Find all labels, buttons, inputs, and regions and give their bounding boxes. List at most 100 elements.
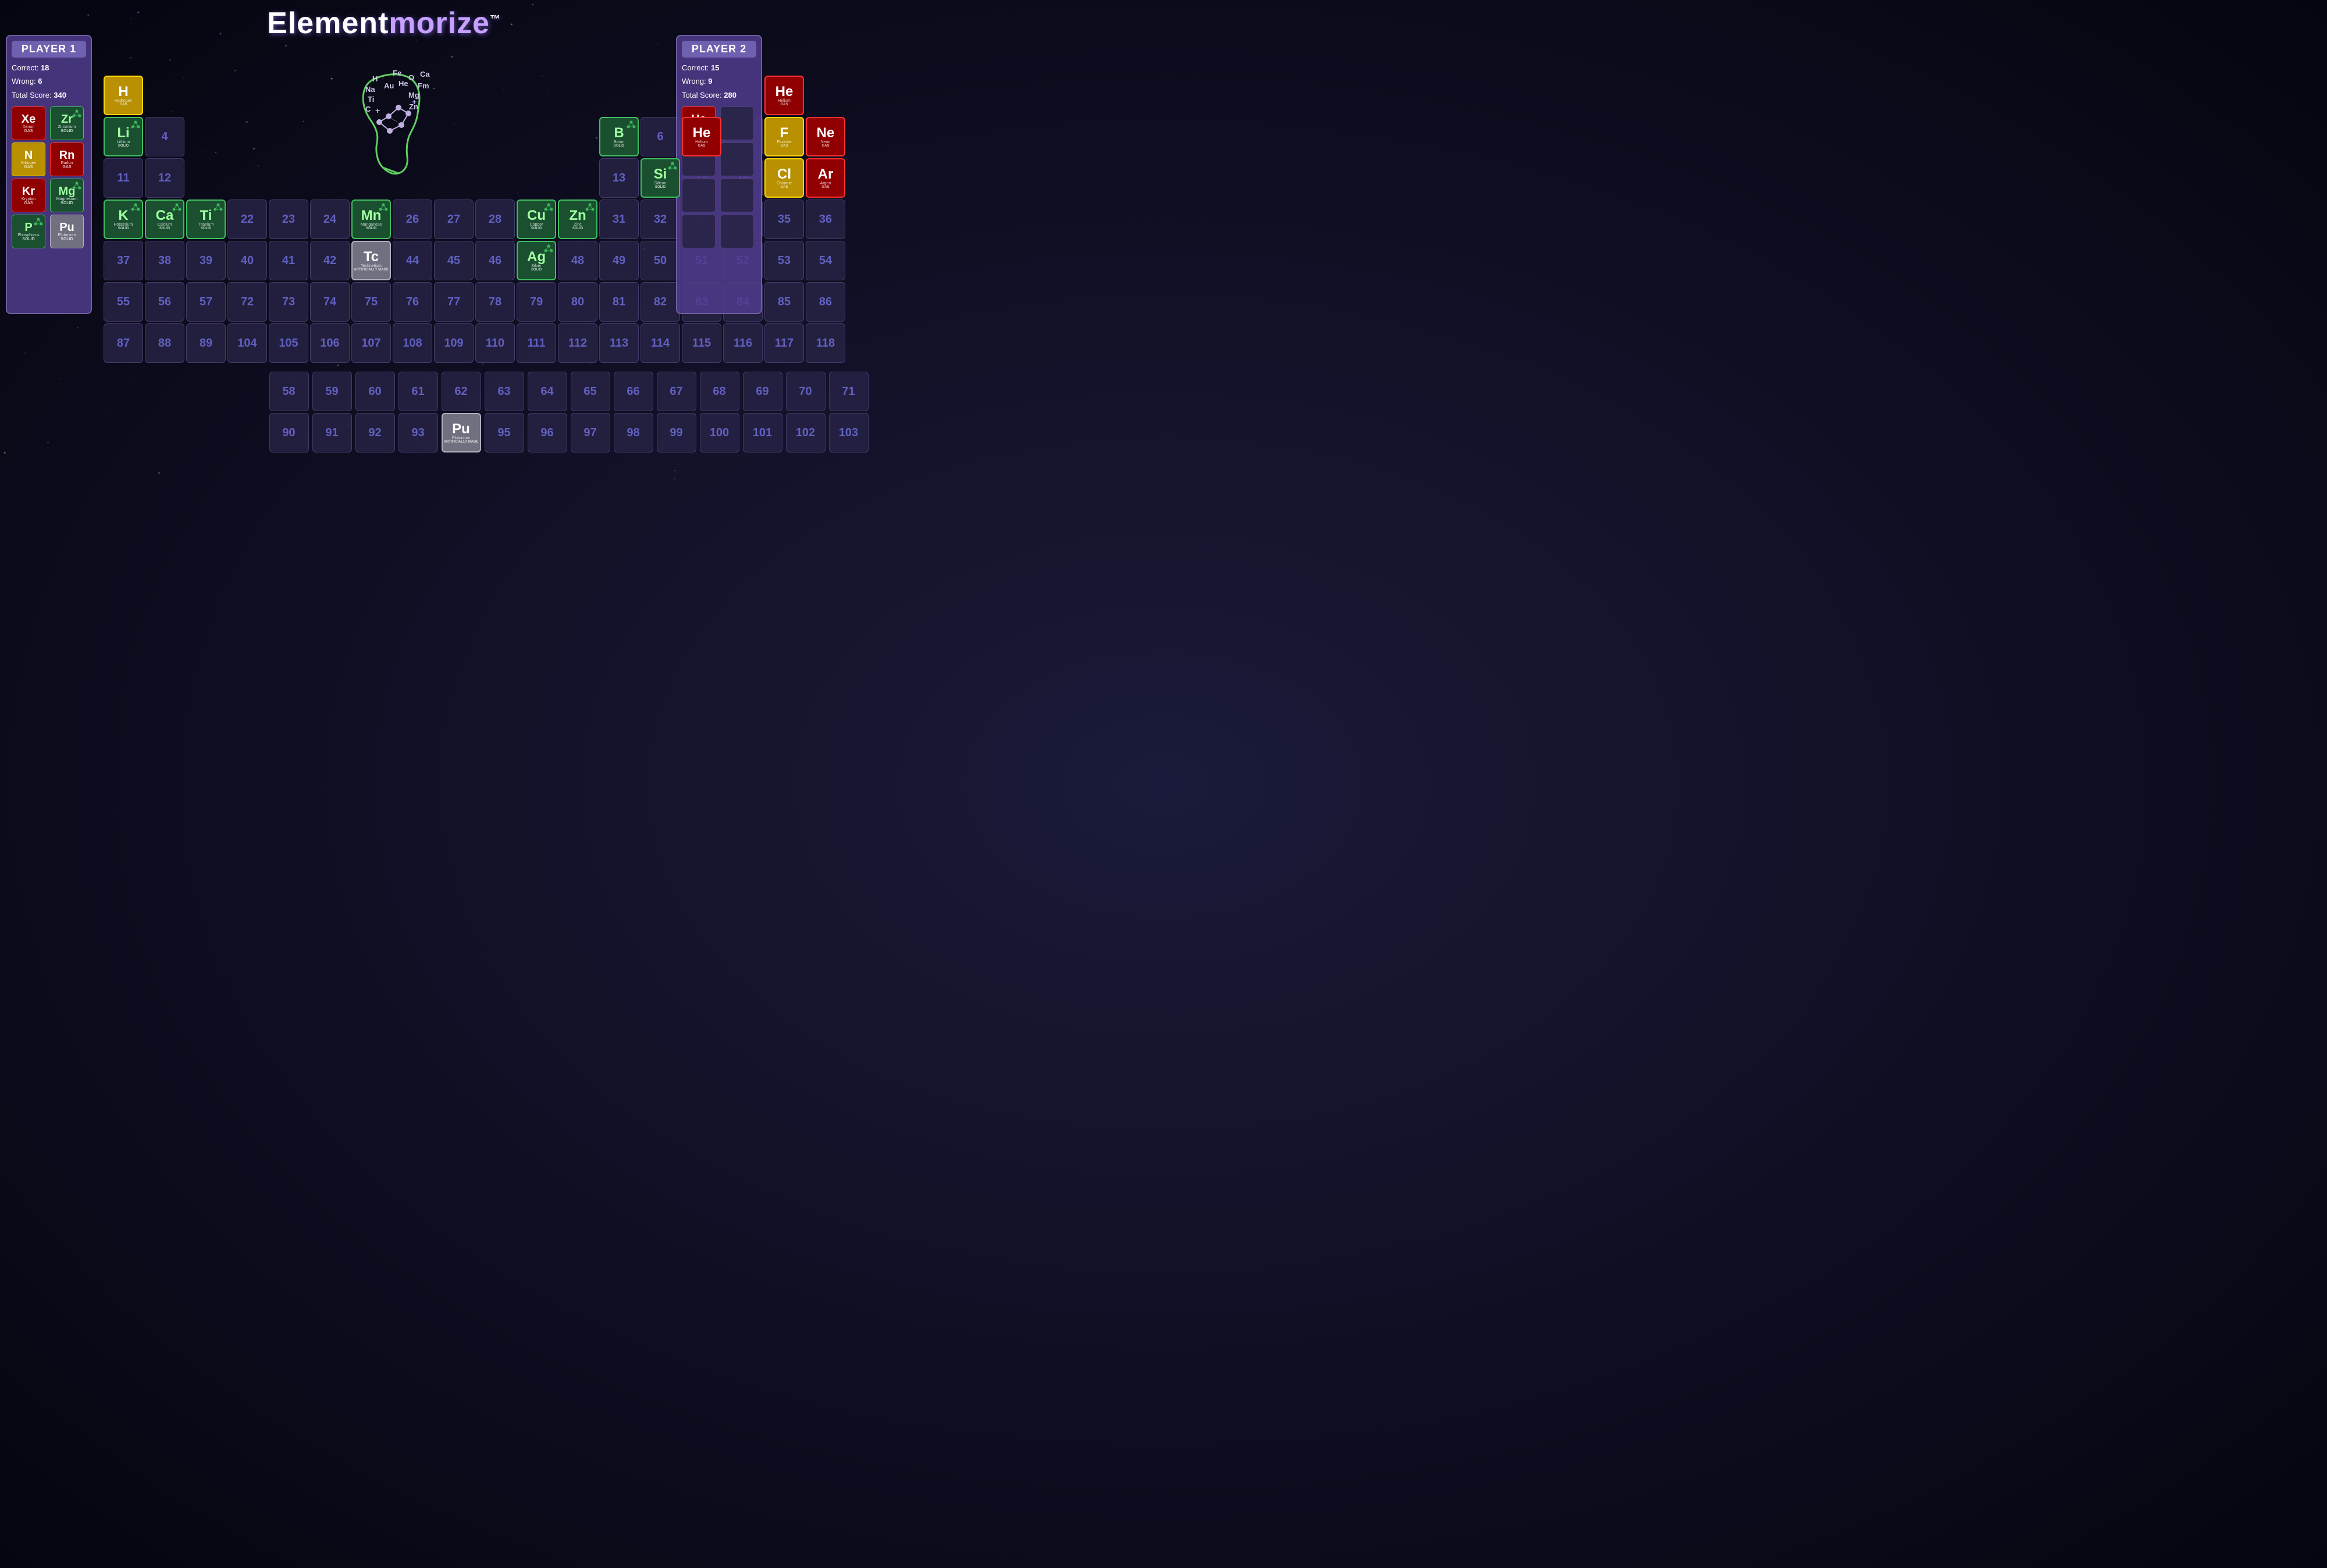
pt-cell[interactable]: 35 [764, 199, 804, 239]
player2-card[interactable] [682, 179, 716, 212]
pt-cell[interactable]: 75 [351, 282, 391, 322]
pt-cell[interactable]: 23 [269, 199, 308, 239]
pt-cell[interactable]: 87 [104, 323, 143, 363]
pt-cell[interactable]: 105 [269, 323, 308, 363]
pt-cell[interactable]: CaCalciumSOLID [145, 199, 184, 239]
pu-cell[interactable]: PuPlutoniumARTIFICIALLY MADE [442, 413, 481, 452]
pt-cell[interactable]: NeNeonGAS [806, 117, 845, 156]
pt-cell[interactable]: 109 [434, 323, 474, 363]
player1-card[interactable]: KrKryptonGAS [12, 179, 45, 212]
pt-cell[interactable]: 82 [641, 282, 680, 322]
pt-cell[interactable]: TiTitaniumSOLID [186, 199, 226, 239]
pt-cell[interactable]: BBoronSOLID [599, 117, 639, 156]
actinide-cell[interactable]: 90 [269, 413, 309, 452]
pt-cell[interactable]: 77 [434, 282, 474, 322]
pt-cell[interactable]: 50 [641, 241, 680, 280]
player1-card[interactable]: MgMagnesiumSOLID [50, 179, 84, 212]
lanthanide-cell[interactable]: 69 [743, 372, 782, 411]
pt-cell[interactable]: 54 [806, 241, 845, 280]
pt-cell[interactable]: 73 [269, 282, 308, 322]
pt-cell[interactable]: 113 [599, 323, 639, 363]
pt-cell[interactable]: 44 [393, 241, 432, 280]
pt-cell[interactable]: 74 [310, 282, 350, 322]
pt-cell[interactable]: 57 [186, 282, 226, 322]
pt-cell[interactable]: 112 [558, 323, 597, 363]
actinide-cell[interactable]: 100 [700, 413, 739, 452]
pt-cell[interactable]: 80 [558, 282, 597, 322]
pt-cell[interactable]: 104 [227, 323, 267, 363]
pt-cell[interactable]: 48 [558, 241, 597, 280]
lanthanide-cell[interactable]: 62 [442, 372, 481, 411]
pt-cell[interactable]: 118 [806, 323, 845, 363]
pt-cell[interactable]: HHydrogenGAS [104, 76, 143, 115]
pt-cell[interactable]: 40 [227, 241, 267, 280]
pt-cell[interactable]: 114 [641, 323, 680, 363]
pt-cell[interactable]: 72 [227, 282, 267, 322]
pt-cell[interactable]: 37 [104, 241, 143, 280]
pt-cell[interactable]: FFluorineGAS [764, 117, 804, 156]
pt-cell[interactable]: 106 [310, 323, 350, 363]
pt-cell[interactable]: 108 [393, 323, 432, 363]
pt-cell[interactable]: 4 [145, 117, 184, 156]
pt-cell[interactable]: 107 [351, 323, 391, 363]
actinide-cell[interactable]: 102 [786, 413, 826, 452]
pt-cell[interactable]: ClChlorineGAS [764, 158, 804, 198]
pt-cell[interactable]: 76 [393, 282, 432, 322]
actinide-cell[interactable]: 91 [312, 413, 352, 452]
player1-card[interactable]: XeXenonGAS [12, 106, 45, 140]
pt-cell[interactable]: 41 [269, 241, 308, 280]
pt-cell[interactable]: 88 [145, 323, 184, 363]
pt-cell[interactable]: 115 [682, 323, 721, 363]
lanthanide-cell[interactable]: 59 [312, 372, 352, 411]
actinide-cell[interactable]: 93 [398, 413, 438, 452]
lanthanide-cell[interactable]: 67 [657, 372, 696, 411]
pt-cell[interactable]: HeHeliumGAS [764, 76, 804, 115]
actinide-cell[interactable]: 96 [528, 413, 567, 452]
pt-cell[interactable]: 111 [517, 323, 556, 363]
pt-cell[interactable]: 79 [517, 282, 556, 322]
lanthanide-cell[interactable]: 71 [829, 372, 869, 411]
pt-cell[interactable]: 27 [434, 199, 474, 239]
pt-cell[interactable]: 55 [104, 282, 143, 322]
pt-cell[interactable]: SiSiliconSOLID [641, 158, 680, 198]
actinide-cell[interactable]: 99 [657, 413, 696, 452]
pt-cell[interactable]: TcTechnetiumARTIFICIALLY MADE [351, 241, 391, 280]
lanthanide-cell[interactable]: 66 [614, 372, 653, 411]
player1-card[interactable]: RnRadonGAS [50, 142, 84, 176]
lanthanide-cell[interactable]: 61 [398, 372, 438, 411]
pt-cell[interactable]: 11 [104, 158, 143, 198]
pt-cell[interactable]: 117 [764, 323, 804, 363]
pt-cell[interactable]: 24 [310, 199, 350, 239]
pt-cell[interactable]: 116 [723, 323, 763, 363]
pt-cell[interactable]: 13 [599, 158, 639, 198]
pt-cell[interactable]: 49 [599, 241, 639, 280]
lanthanide-cell[interactable]: 65 [571, 372, 610, 411]
lanthanide-cell[interactable]: 64 [528, 372, 567, 411]
pt-cell[interactable]: 31 [599, 199, 639, 239]
pt-cell[interactable]: 78 [475, 282, 515, 322]
pt-cell[interactable]: 22 [227, 199, 267, 239]
pt-cell[interactable]: 53 [764, 241, 804, 280]
player2-card[interactable] [720, 142, 754, 176]
pt-cell[interactable]: 12 [145, 158, 184, 198]
player1-card[interactable]: PuPlutoniumSOLID [50, 215, 84, 248]
pt-cell[interactable]: 32 [641, 199, 680, 239]
pt-cell[interactable]: ZnZincSOLID [558, 199, 597, 239]
pt-cell[interactable]: 56 [145, 282, 184, 322]
pt-cell[interactable]: 86 [806, 282, 845, 322]
pt-cell[interactable]: 38 [145, 241, 184, 280]
lanthanide-cell[interactable]: 70 [786, 372, 826, 411]
actinide-cell[interactable]: 103 [829, 413, 869, 452]
player2-card[interactable] [682, 215, 716, 248]
actinide-cell[interactable]: 97 [571, 413, 610, 452]
pt-cell[interactable]: 36 [806, 199, 845, 239]
pt-cell[interactable]: 26 [393, 199, 432, 239]
pt-cell[interactable]: 45 [434, 241, 474, 280]
pt-cell[interactable]: HeHeliumGAS [682, 117, 721, 156]
pt-cell[interactable]: LiLithiumSOLID [104, 117, 143, 156]
pt-cell[interactable]: AgSilverSOLID [517, 241, 556, 280]
lanthanide-cell[interactable]: 68 [700, 372, 739, 411]
player1-card[interactable]: PPhosphorusSOLID [12, 215, 45, 248]
player1-card[interactable]: ZrZirconiumSOLID [50, 106, 84, 140]
pt-cell[interactable]: 28 [475, 199, 515, 239]
